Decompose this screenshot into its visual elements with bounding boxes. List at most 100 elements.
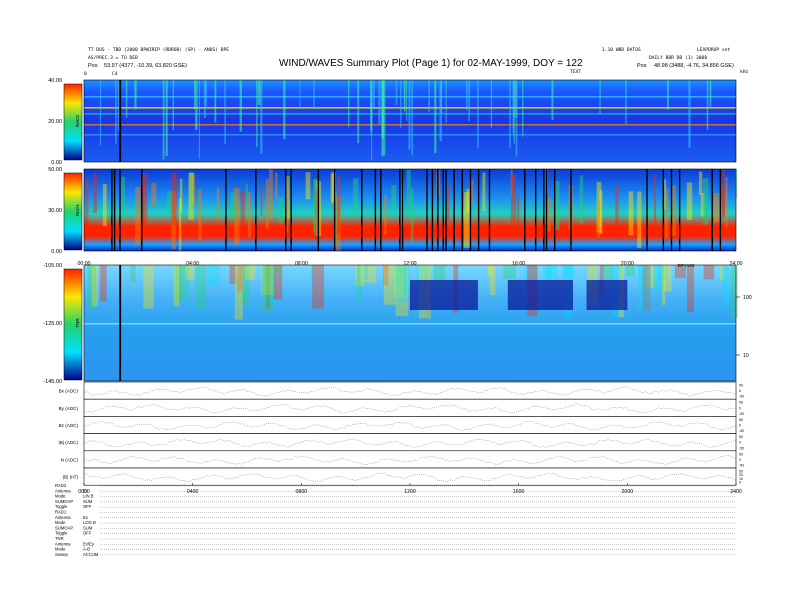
rad1-burst-patch	[516, 196, 520, 226]
rad1-burst-patch	[664, 189, 669, 239]
rad1-burst-patch	[686, 182, 693, 221]
tnr-dark-region	[586, 280, 628, 310]
rad1-dark-burst	[333, 169, 336, 251]
rad2-vertical-streak	[513, 80, 515, 144]
line-panel-right-tick: -50	[739, 412, 744, 416]
info-row-value: OFF	[83, 504, 92, 509]
tnr-y-axis-label: TNR	[75, 318, 80, 328]
rad2-y-tick-label: 0.00	[51, 160, 62, 166]
rad2-vertical-streak	[403, 80, 406, 112]
line-panel-label: |B| (ADC)	[59, 440, 79, 445]
info-row-label: Antenna	[55, 515, 71, 520]
rad1-dark-burst	[426, 169, 428, 251]
rad1-burst-patch	[260, 186, 263, 216]
rad1-dark-burst	[524, 169, 526, 251]
rad1-dark-burst	[119, 169, 121, 251]
rad2-vertical-streak	[313, 80, 315, 110]
tnr-dark-burst	[119, 265, 122, 381]
tnr-burst-patch	[185, 265, 195, 280]
rad1-burst-patch	[188, 173, 194, 220]
tnr-burst-patch	[364, 265, 368, 280]
rad1-burst-patch	[725, 176, 728, 229]
line-panel-frame	[83, 467, 737, 486]
rad1-burst-patch	[384, 194, 387, 235]
line-panel-right-tick: 0	[739, 458, 741, 462]
rad2-vertical-streak	[439, 80, 442, 142]
rad2-vertical-streak	[115, 80, 117, 144]
line-panel-right-tick: 0	[739, 424, 741, 428]
line-panel-right-tick: 0	[739, 406, 741, 410]
rad1-burst-patch	[102, 183, 107, 226]
rad1-burst-patch	[698, 171, 703, 195]
rad2-vertical-streak	[666, 80, 669, 110]
rad1-burst-patch	[352, 178, 359, 217]
rad2-vertical-streak	[625, 80, 627, 125]
line-panel-label: N (ADC)	[61, 457, 79, 462]
tnr-right-tick-label: 10	[743, 353, 749, 359]
line-panel-right-tick: 50	[739, 435, 743, 439]
tnr-burst-patch	[703, 265, 715, 280]
rad2-vertical-streak	[257, 80, 261, 106]
tnr-burst-patch	[312, 265, 325, 309]
rad1-dark-burst	[545, 169, 548, 251]
rad2-y-tick-label: 40.00	[48, 78, 62, 84]
rad1-burst-patch	[654, 174, 657, 228]
info-row-label: SUMOAP	[55, 499, 73, 504]
rad1-dark-burst	[534, 169, 537, 251]
rad2-vertical-streak	[371, 80, 373, 161]
rad1-burst-patch	[463, 192, 470, 248]
line-panel-right-tick: 50	[739, 401, 743, 405]
line-panel-right-tick: -50	[739, 429, 744, 433]
rad1-dark-burst	[317, 169, 320, 251]
rad1-burst-patch	[671, 185, 676, 237]
rad1-dark-burst	[399, 169, 401, 251]
rad1-burst-patch	[597, 198, 600, 238]
rad1-burst-patch	[85, 178, 89, 232]
rad2-vertical-streak	[357, 80, 360, 144]
rad2-vertical-streak	[162, 80, 165, 160]
line-panel-right-tick: 0	[739, 481, 741, 485]
rad1-dark-burst	[111, 169, 113, 251]
rad1-burst-patch	[178, 198, 182, 252]
rad1-dark-burst	[437, 169, 439, 251]
tnr-burst-patch	[730, 265, 738, 318]
rad2-vertical-streak	[203, 80, 206, 118]
line-panel-right-tick: 50	[739, 452, 743, 456]
rad1-y-tick-label: 30.00	[48, 208, 62, 214]
rad1-dark-burst	[646, 169, 648, 251]
line-x-tick-label: 0800	[296, 489, 308, 495]
line-x-tick-label: 0400	[187, 489, 199, 495]
info-row-label: Toggle	[55, 531, 68, 536]
rad2-vertical-streak	[134, 80, 137, 110]
tnr-burst-patch	[206, 265, 220, 286]
rad1-burst-patch	[722, 169, 725, 215]
rad2-vertical-streak	[509, 80, 511, 148]
rad1-dark-burst	[469, 169, 472, 251]
tnr-burst-patch	[383, 265, 397, 305]
rad2-vertical-streak	[165, 80, 168, 157]
rad1-dark-burst	[453, 169, 455, 251]
rad1-dark-burst	[719, 169, 722, 251]
rad1-burst-patch	[240, 190, 246, 227]
rad1-dark-burst	[543, 169, 545, 251]
info-row-value: LIN B	[83, 494, 94, 499]
rad1-dark-burst	[113, 169, 116, 251]
rad2-vertical-streak	[408, 80, 411, 150]
line-x-tick-label: 1200	[404, 489, 416, 495]
rad1-burst-patch	[269, 169, 273, 218]
rad1-dark-burst	[711, 169, 713, 251]
line-panel-right-tick: -50	[739, 446, 744, 450]
rad2-y-tick-label: 20.00	[48, 119, 62, 125]
rad2-vertical-streak	[99, 80, 102, 146]
info-row-value: SUM	[83, 499, 93, 504]
info-row-value: A-B	[83, 547, 90, 552]
rad1-x-tick-label: 08:00	[295, 261, 308, 267]
info-row-value: SUM	[83, 525, 93, 530]
rad2-vertical-streak	[172, 80, 175, 131]
rad1-dark-burst	[678, 169, 681, 251]
rad1-dark-burst	[401, 169, 404, 251]
line-x-tick-label: 2000	[622, 489, 634, 495]
rad1-burst-patch	[305, 172, 311, 200]
rad2-vertical-streak	[395, 80, 398, 106]
rad1-burst-patch	[615, 185, 619, 239]
